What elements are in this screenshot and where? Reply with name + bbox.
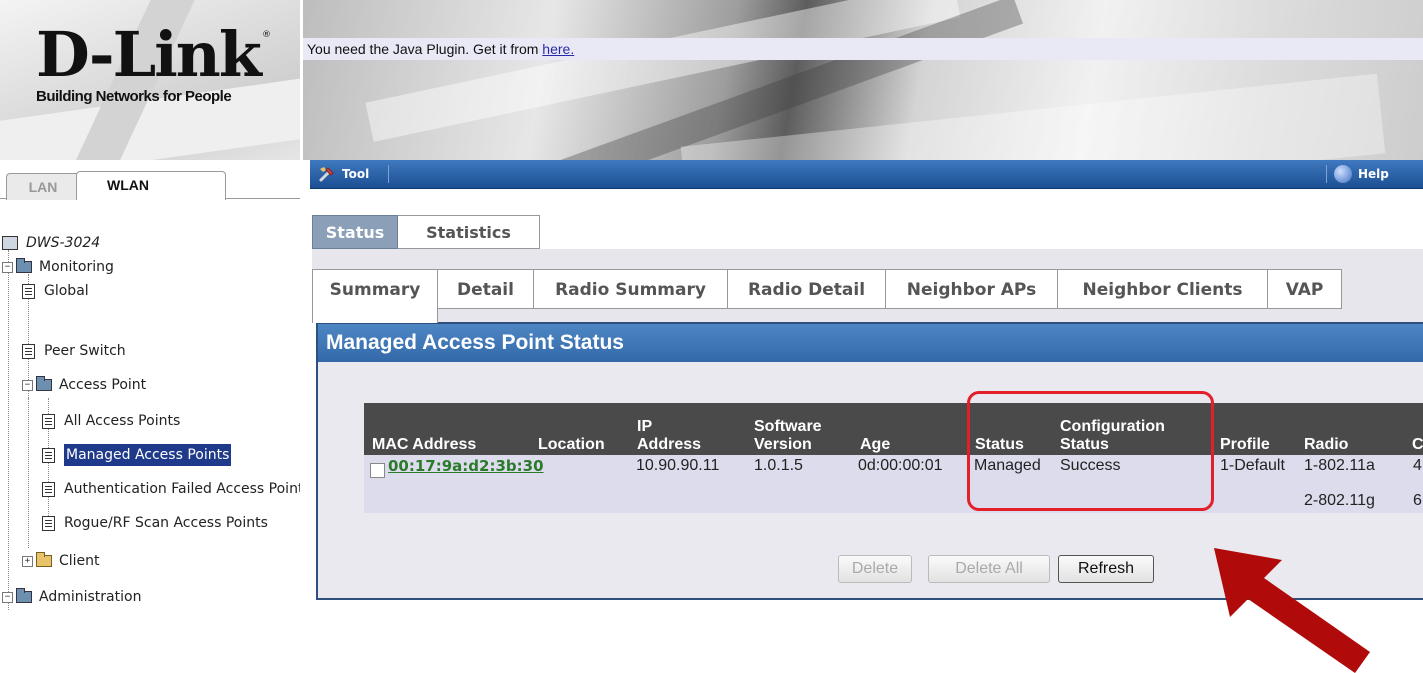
page-icon	[42, 413, 55, 429]
tab-statistics[interactable]: Statistics	[398, 215, 540, 249]
tab-detail[interactable]: Detail	[438, 269, 534, 309]
col-ip-address[interactable]: IP Address	[637, 418, 701, 454]
java-notice-text: You need the Java Plugin. Get it from	[307, 41, 543, 57]
tree-item-auth-failed[interactable]: Authentication Failed Access Points	[42, 478, 300, 500]
logo-tagline: Building Networks for People	[36, 88, 232, 105]
highlight-box	[967, 391, 1214, 511]
cell-channel-2: 6	[1413, 492, 1422, 509]
cell-radio-2: 2-802.11g	[1304, 492, 1375, 509]
folder-closed-icon	[36, 552, 52, 567]
tab-radio-summary[interactable]: Radio Summary	[534, 269, 728, 309]
red-arrow-icon	[1214, 548, 1370, 673]
collapse-icon[interactable]: −	[2, 261, 13, 273]
cell-software-version: 1.0.1.5	[754, 457, 803, 474]
tab-neighbor-aps[interactable]: Neighbor APs	[886, 269, 1058, 309]
tree-item-client[interactable]: + Client	[22, 550, 100, 572]
tab-vap[interactable]: VAP	[1268, 269, 1342, 309]
tree-item-device[interactable]: DWS-3024	[2, 232, 100, 254]
tree-item-label: All Access Points	[64, 413, 181, 429]
cell-channel-1: 4	[1413, 457, 1422, 474]
tab-radio-detail[interactable]: Radio Detail	[728, 269, 886, 309]
col-software-version[interactable]: Software Version	[754, 418, 822, 454]
delete-all-button[interactable]: Delete All	[928, 555, 1050, 583]
tree-item-label: Monitoring	[39, 259, 114, 275]
tree-item-label: Administration	[39, 589, 142, 605]
page-icon	[22, 283, 35, 299]
col-channel[interactable]: C	[1412, 436, 1423, 454]
tree-item-label: Client	[59, 553, 100, 569]
folder-open-icon	[16, 258, 32, 273]
cell-ip-address: 10.90.90.11	[636, 457, 720, 474]
tab-neighbor-clients[interactable]: Neighbor Clients	[1058, 269, 1268, 309]
java-download-link[interactable]: here.	[542, 41, 574, 57]
col-radio[interactable]: Radio	[1304, 436, 1348, 454]
java-plugin-notice: You need the Java Plugin. Get it from he…	[303, 38, 1423, 60]
delete-button[interactable]: Delete	[838, 555, 912, 583]
tree-item-rogue-rf-scan[interactable]: Rogue/RF Scan Access Points	[42, 512, 268, 534]
help-icon[interactable]	[1334, 165, 1352, 183]
tree-guide	[8, 250, 9, 610]
page-icon	[42, 515, 55, 531]
tree-item-label: Global	[44, 283, 89, 299]
tree-item-managed-access-points[interactable]: Managed Access Points	[42, 444, 232, 466]
mac-address-link[interactable]: 00:17:9a:d2:3b:30	[388, 457, 544, 475]
tree-item-label: Rogue/RF Scan Access Points	[64, 515, 268, 531]
header-banner	[303, 0, 1423, 160]
col-age[interactable]: Age	[860, 436, 890, 454]
table-header: MAC Address Location IP Address Software…	[364, 403, 1423, 455]
page-icon	[42, 481, 55, 497]
primary-tabs: Status Statistics	[312, 215, 1423, 249]
secondary-tabs: Summary Detail Radio Summary Radio Detai…	[312, 249, 1423, 323]
dlink-logo: D-Link	[36, 18, 262, 91]
tree-guide	[28, 398, 29, 548]
tab-status[interactable]: Status	[312, 215, 398, 249]
tree-item-label: Access Point	[59, 377, 147, 393]
tool-menu[interactable]: Tool	[342, 160, 369, 188]
tree-item-global[interactable]: Global	[22, 280, 89, 302]
tree-item-label: Managed Access Points	[64, 444, 232, 466]
collapse-icon[interactable]: −	[2, 591, 13, 603]
table-row[interactable]: 00:17:9a:d2:3b:30 10.90.90.11 1.0.1.5 0d…	[364, 455, 1423, 513]
folder-open-icon	[16, 588, 32, 603]
cell-profile: 1-Default	[1220, 457, 1285, 474]
tree-item-label: Peer Switch	[44, 343, 126, 359]
tree-item-all-access-points[interactable]: All Access Points	[42, 410, 180, 432]
tab-summary[interactable]: Summary	[312, 269, 438, 323]
tree-item-label: DWS-3024	[26, 235, 101, 251]
tool-icon[interactable]	[318, 165, 336, 183]
tree-item-monitoring[interactable]: − Monitoring	[2, 256, 114, 278]
page-icon	[42, 447, 55, 463]
col-location[interactable]: Location	[538, 436, 605, 454]
col-mac-address[interactable]: MAC Address	[372, 436, 476, 454]
tree-item-peer-switch[interactable]: Peer Switch	[22, 340, 126, 362]
folder-open-icon	[36, 376, 52, 391]
tree-item-administration[interactable]: − Administration	[2, 586, 141, 608]
col-profile[interactable]: Profile	[1220, 436, 1270, 454]
panel-title: Managed Access Point Status	[318, 324, 1423, 362]
tree-item-label: Authentication Failed Access Points	[64, 481, 300, 497]
refresh-button[interactable]: Refresh	[1058, 555, 1154, 583]
navigation-tree: DWS-3024 − Monitoring Global Peer Switch…	[0, 202, 300, 612]
row-checkbox[interactable]	[370, 463, 385, 478]
registered-mark: ®	[262, 30, 271, 40]
cell-radio-1: 1-802.11a	[1304, 457, 1375, 474]
managed-ap-table: MAC Address Location IP Address Software…	[364, 403, 1423, 515]
tree-item-access-point[interactable]: − Access Point	[22, 374, 146, 396]
module-tabs: LAN WLAN	[0, 165, 300, 203]
switch-device-icon	[2, 236, 18, 250]
logo-area: D-Link ® Building Networks for People	[0, 0, 300, 160]
page-icon	[22, 343, 35, 359]
toolbar-separator	[1326, 165, 1327, 183]
cell-age: 0d:00:00:01	[858, 457, 943, 474]
tab-lan[interactable]: LAN	[6, 173, 80, 200]
expand-icon[interactable]: +	[22, 555, 33, 567]
toolbar: Tool Help	[310, 160, 1423, 189]
collapse-icon[interactable]: −	[22, 379, 33, 391]
help-menu[interactable]: Help	[1358, 160, 1389, 188]
toolbar-separator	[388, 165, 389, 183]
tab-wlan[interactable]: WLAN	[76, 171, 226, 200]
